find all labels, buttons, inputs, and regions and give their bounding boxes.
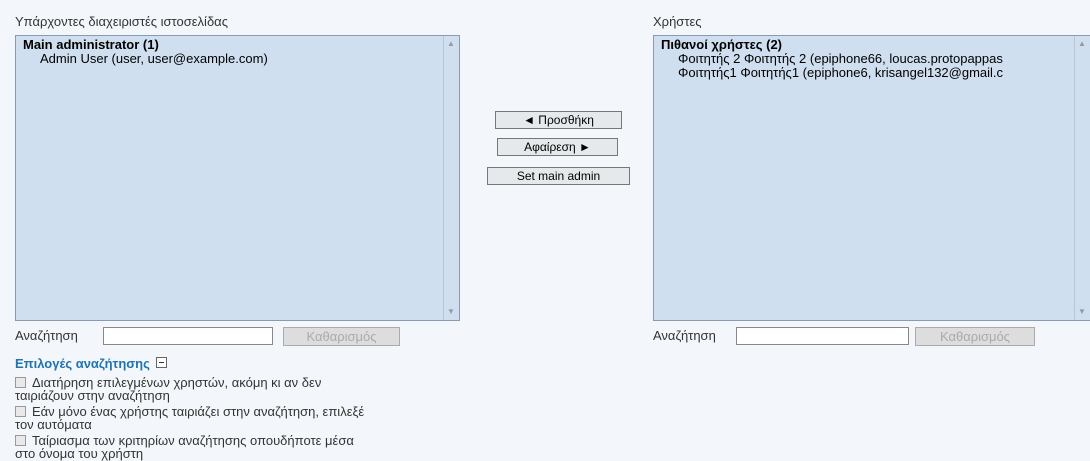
scroll-down-arrow-icon[interactable]: ▼	[447, 308, 455, 316]
potential-users-group-label: Πιθανοί χρήστες (2)	[661, 37, 783, 52]
option-autoselect-unique: Εάν μόνο ένας χρήστης ταιριάζει στην ανα…	[15, 405, 455, 431]
main-admin-group-label: Main administrator (1)	[23, 37, 159, 52]
user-option[interactable]: Φοιτητής 2 Φοιτητής 2 (epiphone66, louca…	[654, 52, 1090, 66]
option-search-anywhere: Ταίριασμα των κριτηρίων αναζήτησης οπουδ…	[15, 434, 455, 460]
right-search-input[interactable]	[736, 327, 909, 345]
user-option[interactable]: Φοιτητής1 Φοιτητής1 (epiphone6, krisange…	[654, 66, 1090, 80]
potential-users-listbox[interactable]: Πιθανοί χρήστες (2) Φοιτητής 2 Φοιτητής …	[653, 35, 1090, 321]
scroll-up-arrow-icon[interactable]: ▲	[447, 40, 455, 48]
users-label: Χρήστες	[653, 14, 702, 29]
right-search-label: Αναζήτηση	[653, 328, 716, 343]
autoselect-unique-checkbox[interactable]	[15, 406, 26, 417]
option-preserve-selected: Διατήρηση επιλεγμένων χρηστών, ακόμη κι …	[15, 376, 455, 402]
scroll-up-arrow-icon[interactable]: ▲	[1078, 40, 1086, 48]
left-listbox-scrollbar[interactable]: ▲ ▼	[443, 36, 459, 320]
collapse-toggle-icon[interactable]	[155, 357, 167, 368]
left-search-label: Αναζήτηση	[15, 328, 78, 343]
add-button[interactable]: ◄ Προσθήκη	[495, 111, 622, 129]
preserve-selected-checkbox[interactable]	[15, 377, 26, 388]
right-listbox-scrollbar[interactable]: ▲ ▼	[1074, 36, 1090, 320]
scroll-down-arrow-icon[interactable]: ▼	[1078, 308, 1086, 316]
admin-option[interactable]: Admin User (user, user@example.com)	[16, 52, 459, 66]
left-search-input[interactable]	[103, 327, 273, 345]
search-options-header[interactable]: Επιλογές αναζήτησης	[15, 356, 167, 371]
remove-button[interactable]: Αφαίρεση ►	[497, 138, 618, 156]
existing-admins-label: Υπάρχοντες διαχειριστές ιστοσελίδας	[15, 14, 228, 29]
set-main-admin-button[interactable]: Set main admin	[487, 167, 630, 185]
existing-admins-listbox[interactable]: Main administrator (1) Admin User (user,…	[15, 35, 460, 321]
right-clear-button[interactable]: Καθαρισμός	[915, 327, 1035, 346]
option-text: ταιριάζουν στην αναζήτηση	[15, 388, 170, 403]
left-clear-button[interactable]: Καθαρισμός	[283, 327, 400, 346]
search-anywhere-checkbox[interactable]	[15, 435, 26, 446]
option-text: τον αυτόματα	[15, 417, 92, 432]
search-options-title[interactable]: Επιλογές αναζήτησης	[15, 356, 150, 371]
